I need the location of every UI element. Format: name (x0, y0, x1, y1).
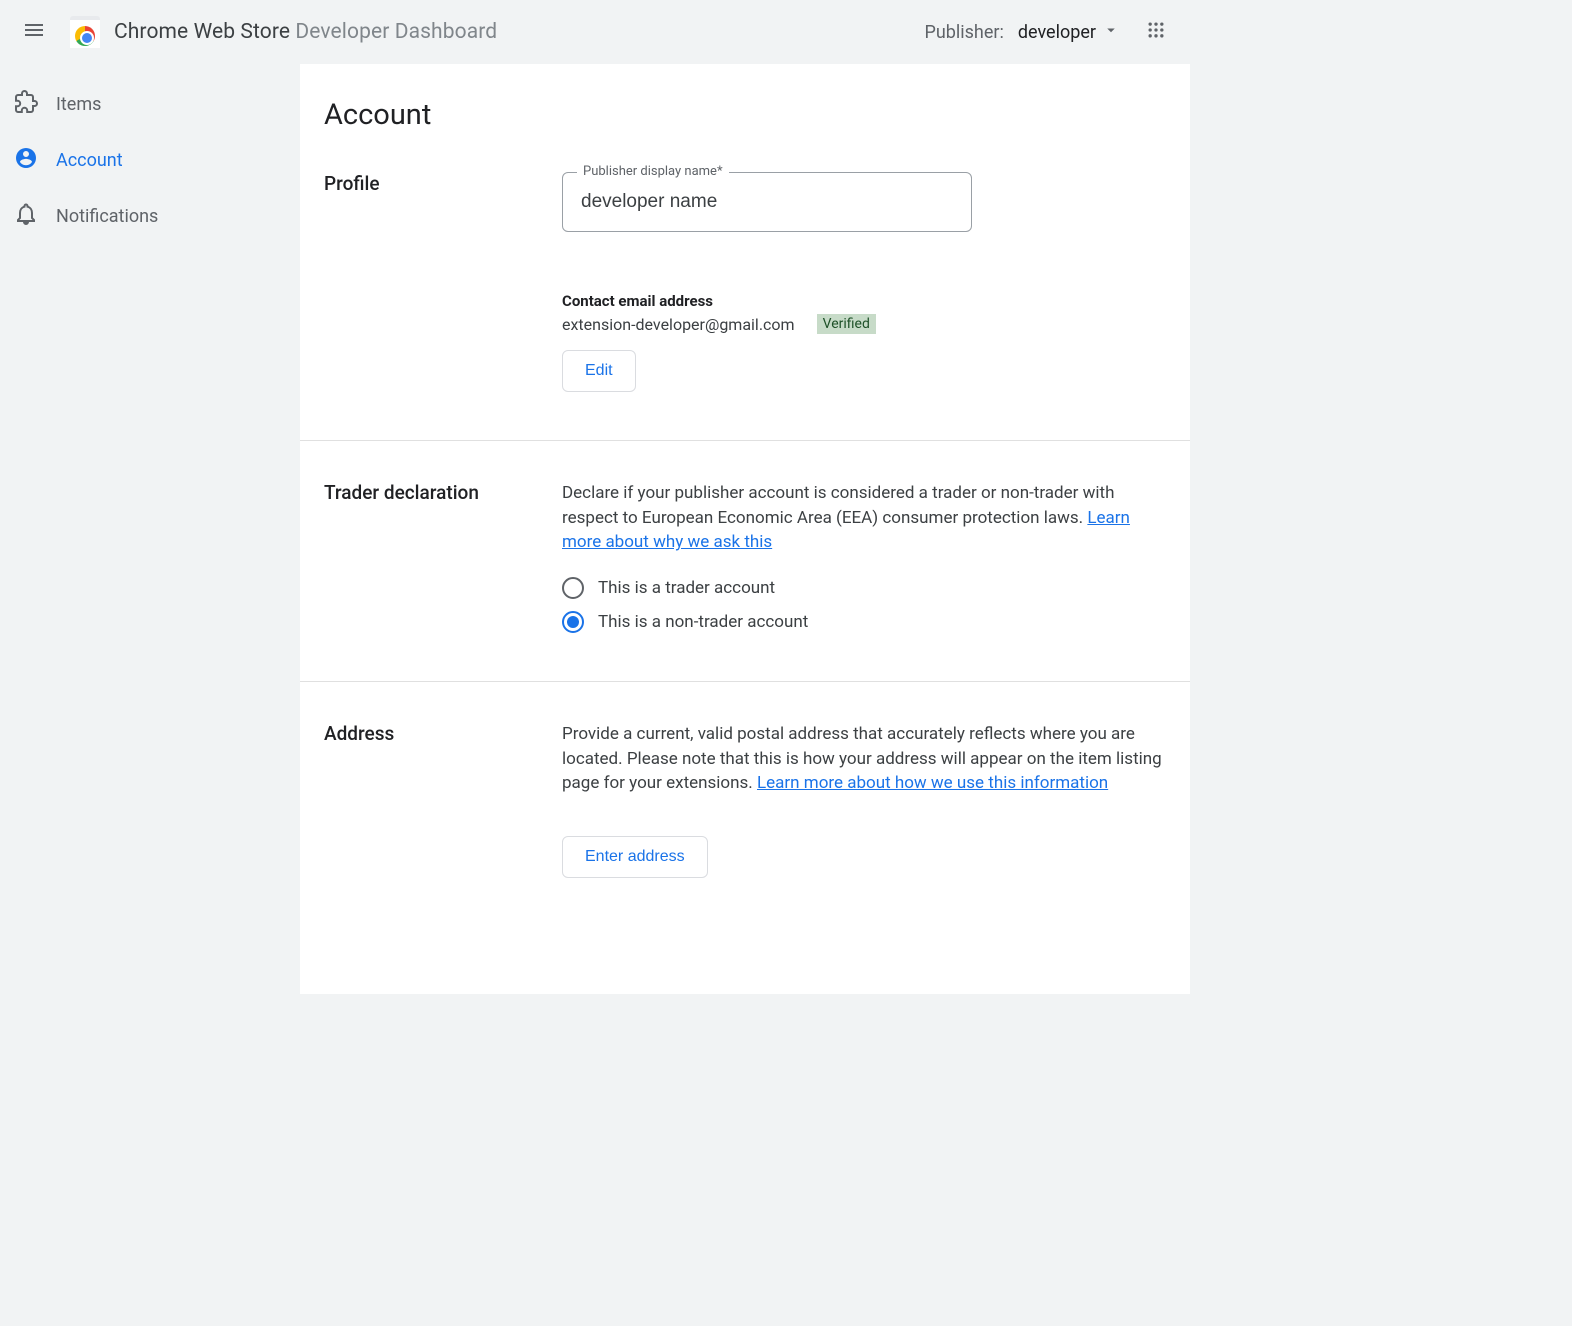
main-content: Account Profile Publisher display name* … (300, 64, 1190, 994)
sidebar-item-items[interactable]: Items (0, 76, 288, 132)
sidebar-item-label: Items (56, 94, 101, 115)
enter-address-button[interactable]: Enter address (562, 836, 708, 878)
extension-icon (14, 90, 38, 119)
sidebar-item-account[interactable]: Account (0, 132, 288, 188)
contact-email-value: extension-developer@gmail.com (562, 315, 795, 334)
radio-label: This is a trader account (598, 578, 775, 598)
verified-badge: Verified (817, 314, 876, 334)
trader-description: Declare if your publisher account is con… (562, 481, 1166, 555)
app-header: Chrome Web Store Developer Dashboard Pub… (0, 0, 1190, 64)
google-apps-button[interactable] (1136, 12, 1176, 52)
sidebar-item-label: Account (56, 150, 123, 171)
publisher-selector[interactable]: developer (1018, 21, 1120, 44)
edit-email-button[interactable]: Edit (562, 350, 636, 392)
sidebar-item-label: Notifications (56, 206, 158, 227)
chrome-webstore-icon (70, 16, 100, 48)
app-title-main: Chrome Web Store (114, 20, 290, 44)
account-circle-icon (14, 146, 38, 175)
address-learn-more-link[interactable]: Learn more about how we use this informa… (757, 773, 1108, 793)
section-address: Address Provide a current, valid postal … (300, 682, 1190, 926)
page-title: Account (300, 64, 1190, 132)
sidebar-item-notifications[interactable]: Notifications (0, 188, 288, 244)
dropdown-icon (1102, 21, 1120, 44)
sidebar: Items Account Notifications (0, 64, 300, 994)
radio-unchecked-icon (562, 577, 584, 599)
app-title: Chrome Web Store Developer Dashboard (114, 20, 497, 44)
field-label: Publisher display name* (577, 164, 729, 179)
app-logo-title: Chrome Web Store Developer Dashboard (70, 16, 497, 48)
hamburger-icon (22, 18, 46, 46)
radio-checked-icon (562, 611, 584, 633)
radio-trader-account[interactable]: This is a trader account (562, 577, 1166, 599)
publisher-value: developer (1018, 22, 1096, 43)
bell-icon (14, 202, 38, 231)
section-heading-address: Address (324, 722, 562, 878)
app-title-sub: Developer Dashboard (295, 20, 497, 44)
publisher-display-name-input[interactable] (581, 191, 953, 213)
radio-non-trader-account[interactable]: This is a non-trader account (562, 611, 1166, 633)
publisher-label: Publisher: (925, 22, 1004, 43)
section-trader: Trader declaration Declare if your publi… (300, 441, 1190, 682)
radio-label: This is a non-trader account (598, 612, 808, 632)
menu-button[interactable] (14, 12, 54, 52)
section-heading-profile: Profile (324, 172, 562, 392)
section-heading-trader: Trader declaration (324, 481, 562, 633)
address-description: Provide a current, valid postal address … (562, 722, 1166, 796)
section-profile: Profile Publisher display name* Contact … (300, 132, 1190, 441)
apps-grid-icon (1146, 20, 1166, 44)
publisher-display-name-field[interactable]: Publisher display name* (562, 172, 972, 232)
contact-email-heading: Contact email address (562, 292, 1166, 310)
